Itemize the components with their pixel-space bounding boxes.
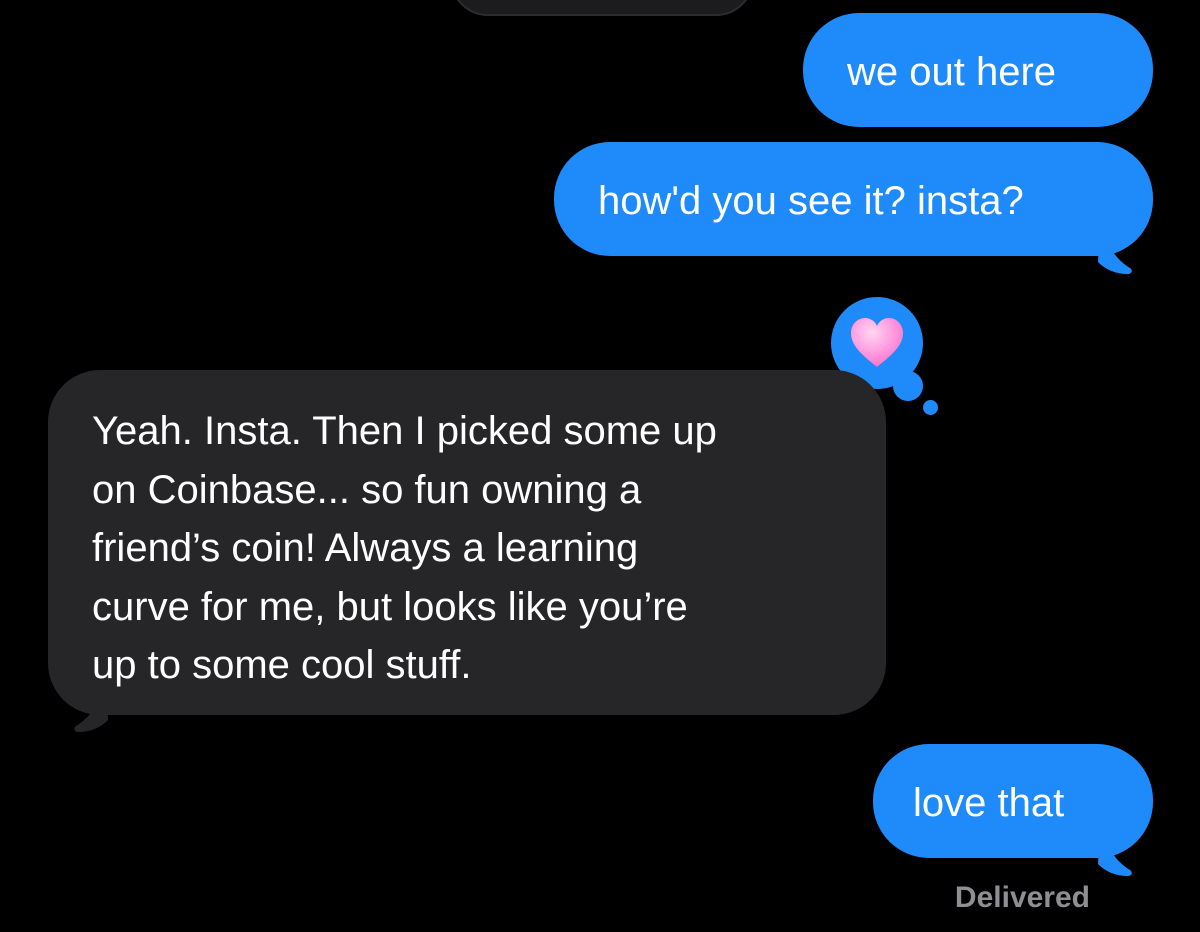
previous-message-bubble[interactable] bbox=[450, 0, 754, 16]
sent-bubble-tail bbox=[1098, 222, 1132, 274]
tapback-bubble-dot bbox=[923, 400, 938, 415]
tapback-bubble-dot bbox=[893, 371, 923, 401]
message-thread[interactable]: we out here how'd you see it? insta? Yea… bbox=[0, 0, 1200, 932]
received-bubble-tail bbox=[74, 680, 108, 732]
delivery-status: Delivered bbox=[954, 881, 1090, 914]
sent-bubble-tail bbox=[1098, 824, 1132, 876]
heart-icon bbox=[851, 318, 903, 367]
sent-message-bubble[interactable]: we out here bbox=[803, 13, 1153, 127]
sent-message-bubble[interactable]: how'd you see it? insta? bbox=[554, 142, 1153, 256]
received-message-bubble[interactable]: Yeah. Insta. Then I picked some up on Co… bbox=[48, 370, 886, 715]
